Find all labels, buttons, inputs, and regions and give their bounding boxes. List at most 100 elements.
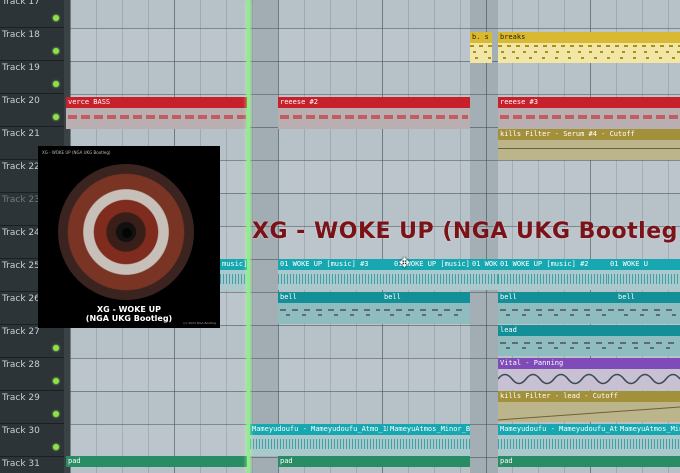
clip-body: [382, 303, 470, 324]
track-label: Track 31: [2, 459, 40, 469]
clip-bell-c[interactable]: bell: [498, 292, 616, 324]
clip-wave: [498, 274, 608, 284]
track-header[interactable]: Track 17: [0, 0, 64, 28]
clip-label: Mameyudoufu - Mameyudoufu_Atmo: [498, 424, 618, 435]
track-mute-led[interactable]: [53, 411, 59, 417]
clip-body: [618, 435, 680, 456]
clip-woke-up-3a[interactable]: 01 WOKE UP [music] #3: [278, 259, 392, 290]
clip-lead[interactable]: lead: [498, 325, 680, 356]
clip-label: bell: [278, 292, 382, 303]
cover-title-line1: XG - WOKE UP: [96, 305, 162, 314]
clip-label: lead: [498, 325, 680, 336]
track-label: Track 27: [2, 327, 40, 337]
clip-wave: [278, 274, 392, 284]
clip-label: verce BASS: [66, 97, 250, 108]
clip-body: [220, 270, 250, 290]
track-label: Track 29: [2, 393, 40, 403]
clip-wave: [392, 274, 470, 284]
track-header[interactable]: Track 31: [0, 457, 64, 473]
clip-bell-a[interactable]: bell: [278, 292, 382, 324]
clip-body: [470, 43, 492, 63]
clip-notes: [500, 115, 678, 119]
track-label: Track 30: [2, 426, 40, 436]
clip-label: breaks: [498, 32, 680, 43]
clip-atmos-b[interactable]: MameyuAtmos_Minor_B_ICO: [388, 424, 470, 456]
clip-woke-up-2[interactable]: 01 WOKE UP [music] #2: [498, 259, 608, 290]
clip-label: Vital - Panning: [498, 358, 680, 369]
clip-label: MameyuAtmos_Minor_B_ICO: [388, 424, 470, 435]
album-cover-art: XG - WOKE UP (NGA UKG Bootleg) XG - WOKE…: [38, 146, 220, 328]
track-mute-led[interactable]: [53, 378, 59, 384]
clip-body: [498, 270, 608, 290]
track-header[interactable]: Track 27: [0, 325, 64, 358]
track-label: Track 28: [2, 360, 40, 370]
track-mute-led[interactable]: [53, 114, 59, 120]
clip-label: bell: [616, 292, 680, 303]
clip-atmos-a[interactable]: Mameyudoufu - Mameyudoufu_Atmo_1E - 20: [250, 424, 388, 456]
clip-label: Mameyudoufu - Mameyudoufu_Atmo_1E - 20: [250, 424, 388, 435]
track-header[interactable]: Track 18: [0, 28, 64, 61]
clip-atmos-d[interactable]: MameyuAtmos_Minor_B_ICO: [618, 424, 680, 456]
clip-notes: [68, 115, 248, 119]
automation-line: [498, 148, 680, 149]
clip-pad-c[interactable]: pad: [498, 456, 680, 473]
clip-label: kills Filter - Serum #4 - Cutoff: [498, 129, 680, 140]
clip-body: [498, 43, 680, 63]
clip-label: 01 WOKE UP [music] #3: [278, 259, 392, 270]
track-mute-led[interactable]: [53, 81, 59, 87]
clip-verce-bass[interactable]: verce BASS: [66, 97, 250, 129]
track-label: Track 21: [2, 129, 40, 139]
clip-label: b. s: [470, 32, 492, 43]
clip-notes: [280, 309, 380, 317]
clip-body: [278, 108, 470, 129]
clip-label: pad: [66, 456, 250, 467]
clip-reeese-3[interactable]: reeese #3: [498, 97, 680, 129]
track-header[interactable]: Track 28: [0, 358, 64, 391]
clip-label: MameyuAtmos_Minor_B_ICO: [618, 424, 680, 435]
video-title-overlay: XG - WOKE UP (NGA UKG Bootleg): [252, 219, 680, 244]
track-mute-led[interactable]: [53, 15, 59, 21]
track-header[interactable]: Track 29: [0, 391, 64, 424]
clip-breaks[interactable]: breaks: [498, 32, 680, 63]
track-mute-led[interactable]: [53, 345, 59, 351]
clip-vital-panning[interactable]: Vital - Panning: [498, 358, 680, 390]
clip-body: [498, 369, 680, 390]
clip-b-s[interactable]: b. s: [470, 32, 492, 63]
clip-body: [278, 303, 382, 324]
track-mute-led[interactable]: [53, 48, 59, 54]
clip-body: [498, 108, 680, 129]
clip-body: [498, 140, 680, 160]
clip-body: [608, 270, 680, 290]
clip-label: reeese #3: [498, 97, 680, 108]
clip-atmos-c[interactable]: Mameyudoufu - Mameyudoufu_Atmo: [498, 424, 618, 456]
clip-kills-filter-serum[interactable]: kills Filter - Serum #4 - Cutoff: [498, 129, 680, 160]
clip-body: [250, 435, 388, 456]
track-mute-led[interactable]: [53, 444, 59, 450]
clip-woke-u[interactable]: 01 WOKE U: [608, 259, 680, 290]
track-header[interactable]: Track 30: [0, 424, 64, 457]
clip-body: [498, 435, 618, 456]
clip-wave: [470, 274, 498, 284]
clip-bell-d[interactable]: bell: [616, 292, 680, 324]
clip-woke-up-short[interactable]: 01 WOKE UP: [470, 259, 498, 290]
panning-lfo-curve: [498, 373, 680, 385]
clip-bell-b[interactable]: bell: [382, 292, 470, 324]
track-header[interactable]: Track 19: [0, 61, 64, 94]
clip-reeese-2[interactable]: reeese #2: [278, 97, 470, 129]
playhead-marker[interactable]: [247, 0, 250, 473]
clip-wave: [250, 439, 388, 449]
clip-label: bell: [498, 292, 616, 303]
mouse-cursor-icon: ✥: [399, 256, 410, 271]
clip-kills-filter-lead[interactable]: kills Filter - lead - Cutoff: [498, 391, 680, 422]
clip-music-2[interactable]: music] #2: [220, 259, 250, 290]
track-header[interactable]: Track 20: [0, 94, 64, 127]
clip-label: 01 WOKE UP [music] #2: [498, 259, 608, 270]
clip-label: reeese #2: [278, 97, 470, 108]
track-label: Track 17: [2, 0, 40, 7]
cover-credit: (c) 2024 NGA Bootleg: [183, 321, 216, 325]
disc-center-hole: [122, 228, 132, 238]
clip-body: [392, 270, 470, 290]
clip-pad-a[interactable]: pad: [66, 456, 250, 473]
clip-pad-b[interactable]: pad: [278, 456, 470, 473]
playlist-window: Track 17 Track 18 Track 19 Track 20 Track 21…: [0, 0, 680, 473]
